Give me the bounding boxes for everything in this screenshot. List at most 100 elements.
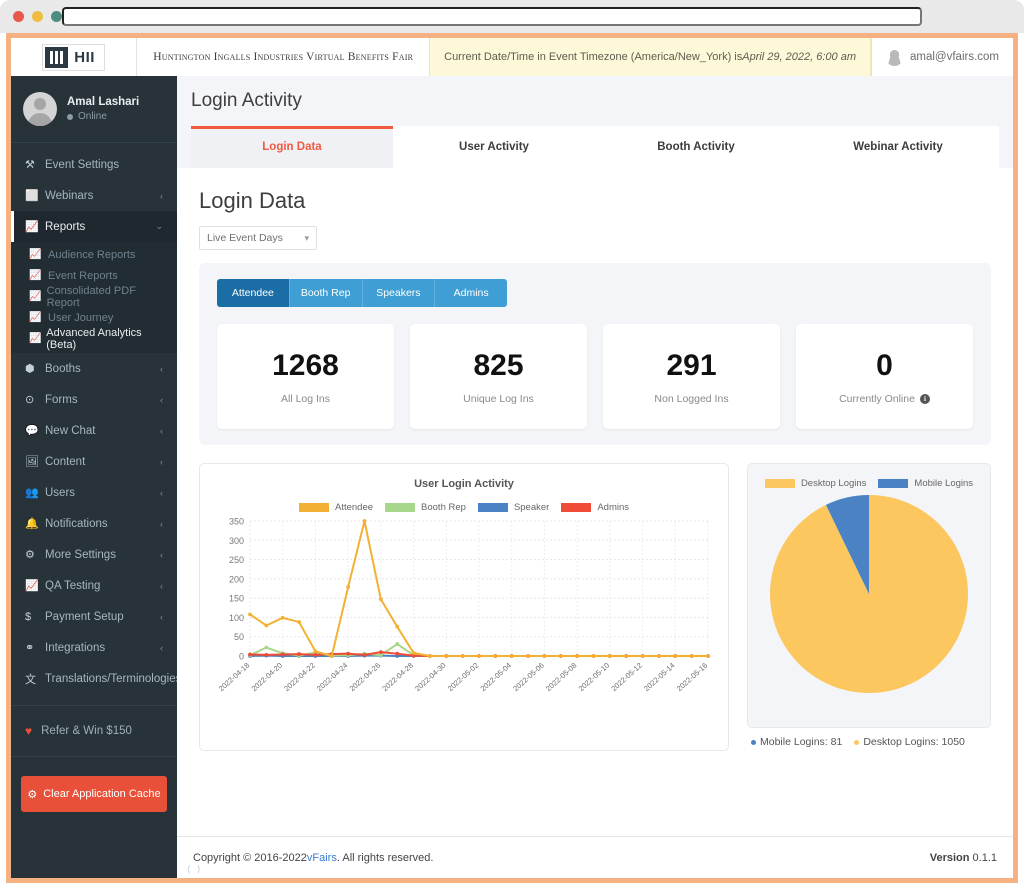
sidebar-subitem-audience-reports[interactable]: 📈Audience Reports	[11, 244, 177, 265]
svg-text:2022-05-08: 2022-05-08	[544, 661, 579, 693]
brand-logo-text: HII	[70, 49, 104, 66]
pie-legend-item-mobile-logins[interactable]: Mobile Logins	[878, 478, 973, 489]
sidebar-item-forms[interactable]: ⊙Forms‹	[11, 384, 177, 415]
address-bar[interactable]	[62, 7, 922, 26]
legend-label: Attendee	[335, 502, 373, 513]
stat-label: All Log Ins	[281, 393, 330, 405]
sidebar-item-booths[interactable]: ⬢Booths‹	[11, 353, 177, 384]
sidebar-item-payment-setup[interactable]: $Payment Setup‹	[11, 601, 177, 632]
svg-text:2022-04-22: 2022-04-22	[282, 661, 317, 693]
svg-text:2022-04-30: 2022-04-30	[413, 661, 448, 693]
bell-icon: 🔔	[25, 517, 45, 530]
stat-value: 825	[473, 349, 523, 383]
legend-swatch	[765, 479, 795, 488]
heart-icon: ♥	[25, 724, 32, 738]
svg-text:200: 200	[229, 574, 244, 584]
avatar	[23, 92, 57, 126]
stat-cards: 1268All Log Ins825Unique Log Ins291Non L…	[217, 324, 973, 429]
tab-webinar-activity[interactable]: Webinar Activity	[797, 126, 999, 168]
tab-booth-activity[interactable]: Booth Activity	[595, 126, 797, 168]
pie-chart-plot	[758, 489, 980, 701]
role-filter-booth-rep[interactable]: Booth Rep	[290, 279, 363, 307]
chevron-icon: ‹	[160, 191, 163, 201]
legend-item-admins[interactable]: Admins	[561, 502, 629, 513]
sidebar-item-qa-testing[interactable]: 📈QA Testing‹	[11, 570, 177, 601]
legend-item-speaker[interactable]: Speaker	[478, 502, 549, 513]
brand-logo[interactable]: HII	[11, 38, 137, 76]
legend-swatch	[299, 503, 329, 512]
sidebar-item-more-settings[interactable]: ⚙More Settings‹	[11, 539, 177, 570]
sidebar-item-refer-win[interactable]: ♥ Refer & Win $150	[11, 711, 177, 751]
sidebar-profile[interactable]: Amal Lashari Online	[11, 76, 177, 143]
chevron-icon: ‹	[160, 457, 163, 467]
event-title: Huntington Ingalls Industries Virtual Be…	[137, 38, 429, 76]
pie-chart-notes: Mobile Logins: 81Desktop Logins: 1050	[747, 736, 991, 748]
date-range-select[interactable]: Live Event Days ▾	[199, 226, 317, 250]
role-filter-speakers[interactable]: Speakers	[363, 279, 436, 307]
clear-application-cache-button[interactable]: ⚙ Clear Application Cache	[21, 776, 167, 812]
vfairs-link[interactable]: vFairs	[307, 852, 337, 864]
sidebar-item-label: New Chat	[45, 425, 160, 437]
role-filter-admins[interactable]: Admins	[435, 279, 507, 307]
sidebar-item-event-settings[interactable]: ⚒Event Settings	[11, 149, 177, 180]
sidebar-item-label: QA Testing	[45, 580, 160, 592]
sidebar-item-label: Translations/Terminologies	[45, 673, 177, 685]
chevron-down-icon: ▾	[304, 233, 309, 244]
svg-text:2022-04-26: 2022-04-26	[348, 661, 383, 693]
version-label: Version	[930, 852, 970, 864]
charts-row: User Login Activity AttendeeBooth RepSpe…	[199, 463, 991, 751]
monitor-icon: ⬜	[25, 189, 45, 202]
image-icon: 🖼	[25, 455, 45, 468]
maximize-window-button[interactable]	[51, 11, 62, 22]
sidebar-item-users[interactable]: 👥Users‹	[11, 477, 177, 508]
minimize-window-button[interactable]	[32, 11, 43, 22]
chevron-icon: ‹	[160, 364, 163, 374]
sidebar-subitem-consolidated-pdf-report[interactable]: 📈Consolidated PDF Report	[11, 286, 177, 307]
stat-card-currently-online: 0Currently Onlinei	[796, 324, 973, 429]
status-dot-icon	[67, 114, 73, 120]
sidebar-item-content[interactable]: 🖼Content‹	[11, 446, 177, 477]
chevron-icon: ‹	[160, 488, 163, 498]
circle-dot-icon: ⊙	[25, 393, 45, 406]
sidebar-item-webinars[interactable]: ⬜Webinars‹	[11, 180, 177, 211]
pie-legend-item-desktop-logins[interactable]: Desktop Logins	[765, 478, 866, 489]
chart-line-icon: 📈	[25, 579, 45, 592]
copyright-suffix: . All rights reserved.	[337, 852, 434, 864]
sidebar-item-label: Booths	[45, 363, 160, 375]
legend-item-booth-rep[interactable]: Booth Rep	[385, 502, 466, 513]
gear-icon: ⚙	[25, 548, 45, 561]
window-controls	[13, 11, 62, 22]
tab-login-data[interactable]: Login Data	[191, 126, 393, 168]
sidebar-item-label: Content	[45, 456, 160, 468]
legend-item-attendee[interactable]: Attendee	[299, 502, 373, 513]
legend-swatch	[561, 503, 591, 512]
chevron-icon: ‹	[160, 581, 163, 591]
sidebar-item-label-refer: Refer & Win $150	[41, 725, 132, 737]
sidebar-item-new-chat[interactable]: 💬New Chat‹	[11, 415, 177, 446]
app-window: HII Huntington Ingalls Industries Virtua…	[11, 38, 1013, 878]
sidebar-item-reports[interactable]: 📈Reports⌄	[11, 211, 177, 242]
device-logins-chart: Desktop Logins Mobile Logins	[747, 463, 991, 728]
sidebar-subitem-label: Consolidated PDF Report	[47, 285, 163, 309]
chart-line-icon: 📈	[29, 249, 48, 260]
tab-user-activity[interactable]: User Activity	[393, 126, 595, 168]
sidebar-subitem-user-journey[interactable]: 📈User Journey	[11, 307, 177, 328]
account-email: amal@vfairs.com	[910, 51, 999, 63]
svg-text:100: 100	[229, 613, 244, 623]
role-filter-attendee[interactable]: Attendee	[217, 279, 290, 307]
resize-handle[interactable]: ⟨ ⟩	[187, 864, 203, 875]
sidebar-subitem-event-reports[interactable]: 📈Event Reports	[11, 265, 177, 286]
login-data-panel: AttendeeBooth RepSpeakersAdmins 1268All …	[199, 263, 991, 445]
profile-name: Amal Lashari	[67, 96, 139, 108]
info-icon[interactable]: i	[920, 394, 930, 404]
svg-text:2022-05-10: 2022-05-10	[577, 661, 612, 693]
sidebar-item-notifications[interactable]: 🔔Notifications‹	[11, 508, 177, 539]
chat-icon: 💬	[25, 424, 45, 437]
date-range-value: Live Event Days	[207, 232, 283, 244]
sidebar-item-integrations[interactable]: ⚭Integrations‹	[11, 632, 177, 663]
hii-mark-icon	[45, 47, 68, 68]
sidebar-item-translations-terminologies[interactable]: 文Translations/Terminologies	[11, 663, 177, 694]
sidebar-subitem-advanced-analytics-beta[interactable]: 📈Advanced Analytics (Beta)	[11, 328, 177, 349]
close-window-button[interactable]	[13, 11, 24, 22]
account-menu[interactable]: amal@vfairs.com	[871, 38, 1013, 76]
